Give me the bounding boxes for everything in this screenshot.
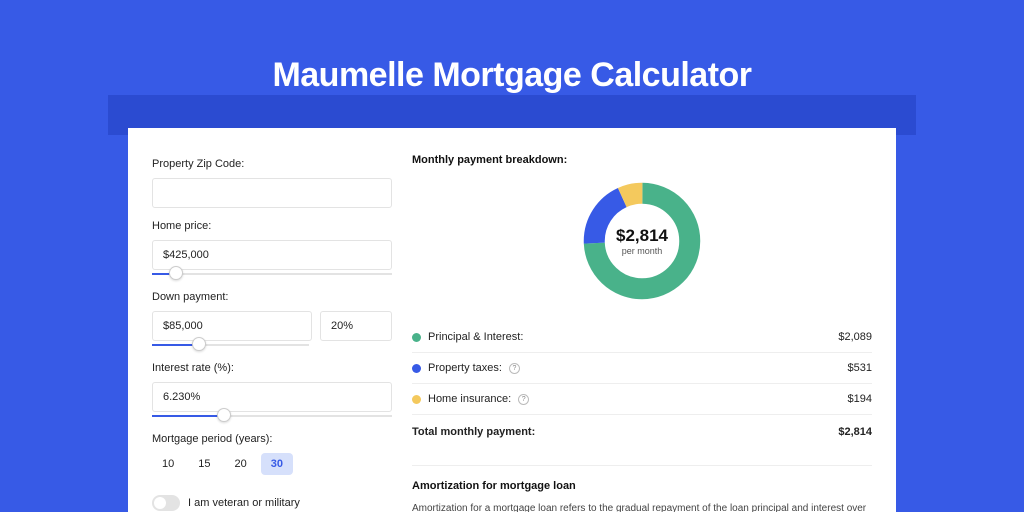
donut-amount: $2,814 <box>616 226 668 246</box>
period-option-10[interactable]: 10 <box>152 453 184 475</box>
interest-input[interactable] <box>152 382 392 412</box>
home-price-label: Home price: <box>152 220 392 232</box>
legend-row-principal: Principal & Interest: $2,089 <box>412 322 872 353</box>
page-title: Maumelle Mortgage Calculator <box>0 56 1024 95</box>
amortization-body: Amortization for a mortgage loan refers … <box>412 502 872 512</box>
legend-value: $531 <box>848 362 872 374</box>
info-icon[interactable]: ? <box>518 394 529 405</box>
period-option-15[interactable]: 15 <box>188 453 220 475</box>
interest-slider[interactable] <box>152 411 392 421</box>
down-payment-label: Down payment: <box>152 291 392 303</box>
donut-center: $2,814 per month <box>579 178 705 304</box>
down-payment-percent-input[interactable] <box>320 311 392 341</box>
donut-chart: $2,814 per month <box>579 178 705 304</box>
period-option-30[interactable]: 30 <box>261 453 293 475</box>
period-pills: 10 15 20 30 <box>152 453 392 475</box>
legend-row-total: Total monthly payment: $2,814 <box>412 415 872 447</box>
legend-dot <box>412 395 421 404</box>
slider-thumb[interactable] <box>192 337 206 351</box>
veteran-toggle[interactable] <box>152 495 180 511</box>
legend-label: Principal & Interest: <box>428 331 523 343</box>
veteran-row: I am veteran or military <box>152 495 392 511</box>
donut-sub: per month <box>622 246 663 256</box>
form-panel: Property Zip Code: Home price: Down paym… <box>152 158 392 511</box>
down-payment-amount-input[interactable] <box>152 311 312 341</box>
toggle-knob <box>154 497 166 509</box>
legend-label: Home insurance: <box>428 393 511 405</box>
down-payment-slider[interactable] <box>152 340 309 350</box>
breakdown-panel: Monthly payment breakdown: $2,814 per mo… <box>412 154 872 512</box>
period-label: Mortgage period (years): <box>152 433 392 445</box>
legend-label: Property taxes: <box>428 362 502 374</box>
legend: Principal & Interest: $2,089 Property ta… <box>412 322 872 447</box>
legend-value: $194 <box>848 393 872 405</box>
calculator-card: Property Zip Code: Home price: Down paym… <box>128 128 896 512</box>
period-option-20[interactable]: 20 <box>225 453 257 475</box>
slider-thumb[interactable] <box>169 266 183 280</box>
slider-track <box>152 273 392 275</box>
zip-label: Property Zip Code: <box>152 158 392 170</box>
slider-thumb[interactable] <box>217 408 231 422</box>
info-icon[interactable]: ? <box>509 363 520 374</box>
home-price-input[interactable] <box>152 240 392 270</box>
veteran-label: I am veteran or military <box>188 497 300 509</box>
legend-dot <box>412 333 421 342</box>
home-price-slider[interactable] <box>152 269 392 279</box>
interest-label: Interest rate (%): <box>152 362 392 374</box>
legend-value: $2,089 <box>838 331 872 343</box>
legend-row-insurance: Home insurance: ? $194 <box>412 384 872 415</box>
total-label: Total monthly payment: <box>412 426 535 438</box>
breakdown-title: Monthly payment breakdown: <box>412 154 872 166</box>
total-value: $2,814 <box>838 426 872 438</box>
legend-row-taxes: Property taxes: ? $531 <box>412 353 872 384</box>
amortization-title: Amortization for mortgage loan <box>412 480 872 492</box>
slider-fill <box>152 415 224 417</box>
zip-input[interactable] <box>152 178 392 208</box>
amortization-section: Amortization for mortgage loan Amortizat… <box>412 465 872 512</box>
legend-dot <box>412 364 421 373</box>
